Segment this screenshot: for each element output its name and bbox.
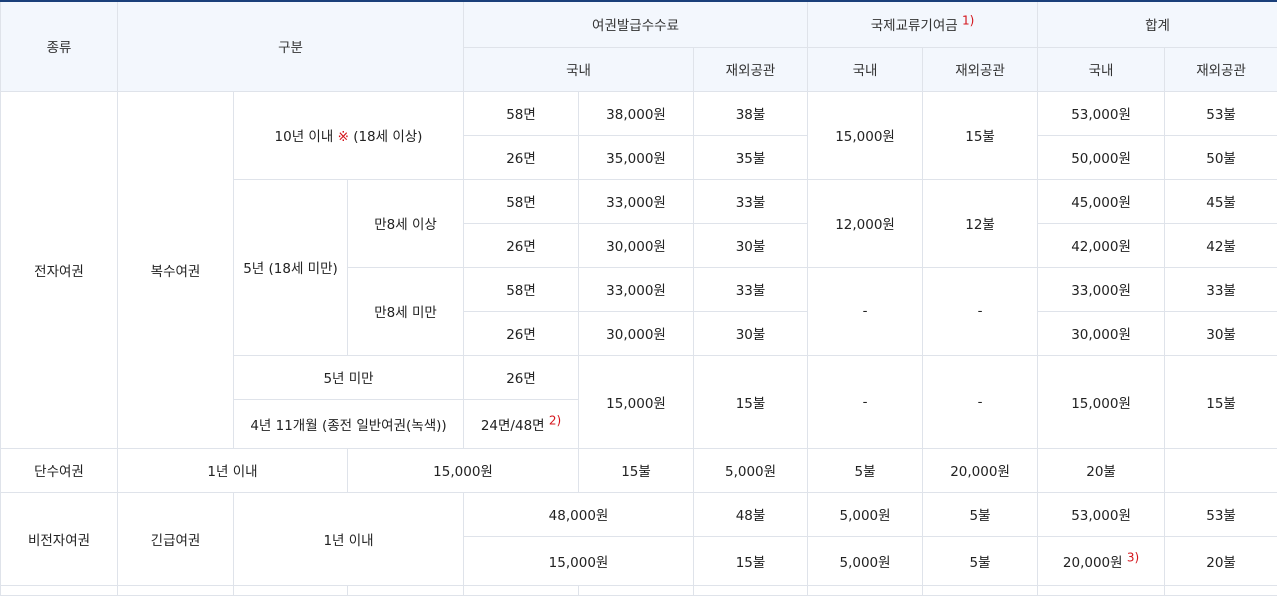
fee-overseas: 33불 xyxy=(693,266,809,312)
table-row xyxy=(0,584,1277,596)
fee-domestic: 30,000원 xyxy=(578,310,695,356)
total-overseas: 45불 xyxy=(1164,178,1277,224)
total-domestic: 42,000원 xyxy=(1037,222,1166,268)
table-row: 단수여권 1년 이내 15,000원 15불 5,000원 5불 20,000원… xyxy=(0,447,1277,493)
fee-domestic: 38,000원 xyxy=(578,90,695,136)
fee-domestic: 15,000원 xyxy=(346,447,580,493)
type-electronic: 전자여권 xyxy=(0,90,118,449)
total-overseas: 50불 xyxy=(1164,134,1277,180)
period-old-green: 4년 11개월 (종전 일반여권(녹색)) xyxy=(232,398,465,449)
fund-overseas: - xyxy=(922,266,1039,356)
total-overseas: 20불 xyxy=(1037,447,1166,493)
total-overseas: 15불 xyxy=(1164,354,1277,449)
pages: 26면 xyxy=(463,354,580,400)
fund-overseas: 5불 xyxy=(922,491,1039,537)
fee-overseas: 35불 xyxy=(693,134,809,180)
fee-domestic: 30,000원 xyxy=(578,222,695,268)
fee-overseas: 15불 xyxy=(693,354,809,449)
fund-overseas: 12불 xyxy=(922,178,1039,268)
fund-domestic: - xyxy=(807,266,924,356)
total-overseas: 53불 xyxy=(1164,90,1277,136)
period-one-year: 1년 이내 xyxy=(117,447,348,493)
footnote-3[interactable]: 3) xyxy=(1127,550,1139,564)
category-single: 단수여권 xyxy=(0,447,118,493)
total-domestic: 53,000원 xyxy=(1037,90,1166,136)
total-domestic: 15,000원 xyxy=(1037,354,1166,449)
pages: 58면 xyxy=(463,90,580,136)
period-five-years: 5년 (18세 미만) xyxy=(233,178,348,356)
pages: 26면 xyxy=(463,134,580,180)
fee-overseas: 15불 xyxy=(693,535,809,586)
age-8-over: 만8세 이상 xyxy=(346,178,465,268)
total-domestic: 50,000원 xyxy=(1037,134,1166,180)
passport-fee-table: 종류 구분 여권발급수수료 국제교류기여금 1) 합계 국내 재외공관 국내 재… xyxy=(0,0,1277,596)
total-overseas: 20불 xyxy=(1164,535,1277,586)
fund-overseas: - xyxy=(922,354,1039,449)
period-under5: 5년 미만 xyxy=(232,354,465,400)
pages: 26면 xyxy=(463,310,580,356)
header-issue-overseas: 재외공관 xyxy=(693,46,809,92)
header-fund-overseas: 재외공관 xyxy=(922,46,1039,92)
fund-domestic: 5,000원 xyxy=(807,535,924,586)
table-row: 비전자여권 긴급여권 1년 이내 48,000원 48불 5,000원 5불 5… xyxy=(0,491,1277,586)
total-domestic: 53,000원 xyxy=(1037,491,1166,537)
pages: 24면/48면 2) xyxy=(463,398,580,449)
header-issue-domestic: 국내 xyxy=(463,46,695,92)
fund-domestic: 5,000원 xyxy=(807,491,924,537)
fee-overseas: 38불 xyxy=(693,90,809,136)
header-issuance-fee: 여권발급수수료 xyxy=(463,0,809,48)
type-non-electronic: 비전자여권 xyxy=(0,491,118,586)
fee-domestic: 15,000원 xyxy=(578,354,695,449)
pages: 26면 xyxy=(463,222,580,268)
fund-domestic: 15,000원 xyxy=(807,90,924,180)
category-multi: 복수여권 xyxy=(117,90,234,449)
fee-domestic: 33,000원 xyxy=(578,178,695,224)
total-domestic: 33,000원 xyxy=(1037,266,1166,312)
total-overseas: 53불 xyxy=(1164,491,1277,537)
fund-overseas: 15불 xyxy=(922,90,1039,180)
pages: 58면 xyxy=(463,178,580,224)
total-overseas: 33불 xyxy=(1164,266,1277,312)
footnote-2[interactable]: 2) xyxy=(549,413,561,427)
fund-domestic: 12,000원 xyxy=(807,178,924,268)
fund-overseas: 5불 xyxy=(807,447,924,493)
fee-domestic: 48,000원 xyxy=(463,491,695,537)
period-ten-years: 10년 이내 ※ (18세 이상) xyxy=(232,90,465,180)
fee-overseas: 15불 xyxy=(578,447,695,493)
total-domestic: 45,000원 xyxy=(1037,178,1166,224)
fee-domestic: 15,000원 xyxy=(463,535,695,586)
total-domestic: 20,000원 xyxy=(922,447,1039,493)
header-total-overseas: 재외공관 xyxy=(1164,46,1277,92)
total-domestic: 20,000원 3) xyxy=(1037,535,1166,586)
header-category: 구분 xyxy=(116,0,465,92)
header-type: 종류 xyxy=(0,0,118,92)
total-domestic: 30,000원 xyxy=(1037,310,1166,356)
fee-domestic: 33,000원 xyxy=(578,266,695,312)
total-overseas: 30불 xyxy=(1164,310,1277,356)
fee-overseas: 30불 xyxy=(693,310,809,356)
age-8-under: 만8세 미만 xyxy=(346,266,465,356)
fee-overseas: 33불 xyxy=(693,178,809,224)
table-row: 전자여권 복수여권 10년 이내 ※ (18세 이상) 58면 38,000원 … xyxy=(0,90,1277,449)
period-one-year: 1년 이내 xyxy=(232,491,465,586)
header-intl-fund: 국제교류기여금 1) xyxy=(807,0,1039,48)
footnote-1[interactable]: 1) xyxy=(962,14,974,28)
fund-overseas: 5불 xyxy=(922,535,1039,586)
fund-domestic: 5,000원 xyxy=(693,447,809,493)
fee-overseas: 30불 xyxy=(693,222,809,268)
fee-overseas: 48불 xyxy=(693,491,809,537)
total-overseas: 42불 xyxy=(1164,222,1277,268)
pages: 58면 xyxy=(463,266,580,312)
header-fund-domestic: 국내 xyxy=(807,46,924,92)
fund-domestic: - xyxy=(807,354,924,449)
header-total-domestic: 국내 xyxy=(1037,46,1166,92)
header-total: 합계 xyxy=(1037,0,1277,48)
category-emergency: 긴급여권 xyxy=(117,491,234,586)
fee-domestic: 35,000원 xyxy=(578,134,695,180)
